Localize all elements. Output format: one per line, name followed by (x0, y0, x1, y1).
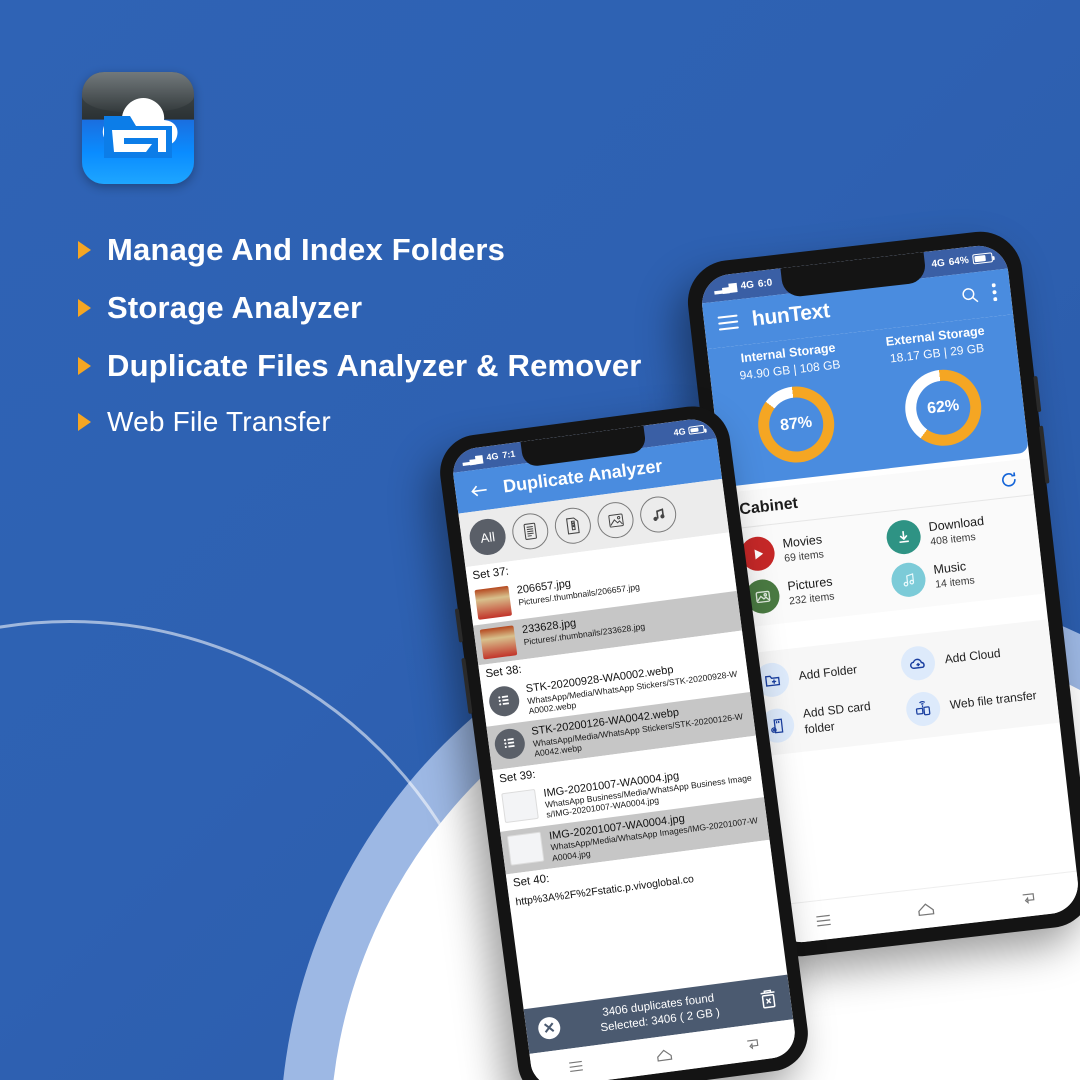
phone-volume-button[interactable] (1038, 425, 1050, 484)
quick-actions-section: Add Folder Add Cloud Add SD card folder … (741, 619, 1060, 758)
action-label: Add Cloud (943, 646, 1002, 667)
image-icon (607, 513, 624, 528)
signal-icon: ▂▄▆ (461, 452, 484, 466)
filter-chip-images[interactable] (595, 499, 636, 541)
archive-icon (566, 517, 580, 535)
status-network: 4G (740, 278, 755, 292)
back-icon[interactable] (743, 1034, 762, 1051)
status-time: 6:0 (757, 276, 773, 290)
file-thumbnail (501, 788, 539, 823)
feature-label: Manage And Index Folders (107, 232, 506, 267)
file-thumbnail (474, 585, 513, 620)
web-transfer-icon (904, 690, 943, 728)
signal-icon: ▂▄▆ (713, 280, 738, 295)
action-label: Add Folder (797, 662, 858, 684)
home-icon[interactable] (653, 1046, 674, 1063)
close-circle-icon[interactable]: ✕ (536, 1016, 562, 1041)
phone-side-button-left[interactable] (454, 608, 464, 643)
back-arrow-icon[interactable] (468, 481, 490, 499)
cabinet-title: Cabinet (738, 494, 799, 519)
more-vertical-icon[interactable] (991, 283, 998, 302)
cabinet-item-movies[interactable]: Movies 69 items (738, 523, 883, 573)
filter-chip-documents[interactable] (510, 511, 551, 552)
cabinet-item-pictures[interactable]: Pictures 232 items (743, 566, 888, 616)
refresh-icon[interactable] (999, 470, 1019, 490)
folder-f-icon (104, 116, 172, 158)
delete-icon[interactable] (757, 988, 780, 1012)
cabinet-item-download[interactable]: Download 408 items (884, 506, 1029, 556)
action-label: Web file transfer (949, 688, 1038, 713)
cabinet-item-music[interactable]: Music 14 items (889, 549, 1034, 599)
back-icon[interactable] (1018, 888, 1038, 906)
promo-canvas: Manage And Index Folders Storage Analyze… (0, 0, 1080, 1080)
file-thumbnail (487, 684, 522, 719)
music-icon (653, 508, 665, 521)
bullet-triangle-icon (78, 299, 91, 317)
filter-chip-all[interactable]: All (467, 516, 508, 558)
recents-icon[interactable] (566, 1058, 585, 1073)
battery-label: 64% (948, 254, 970, 268)
cabinet-section: Cabinet Movies 69 items Download 408 ite… (723, 458, 1045, 629)
feature-label: Web File Transfer (107, 406, 331, 437)
filter-chip-music[interactable] (637, 494, 679, 535)
hamburger-icon[interactable] (717, 314, 739, 331)
download-icon (884, 518, 923, 556)
bullet-triangle-icon (78, 241, 91, 259)
feature-label: Storage Analyzer (107, 290, 363, 325)
feature-item: Duplicate Files Analyzer & Remover (78, 348, 698, 384)
cloud-plus-icon (899, 644, 937, 683)
generic-file-icon (498, 695, 510, 706)
bullet-triangle-icon (78, 357, 91, 375)
duplicate-list[interactable]: Set 37: 206657.jpg Pictures/.thumbnails/… (465, 532, 775, 914)
feature-item: Manage And Index Folders (78, 232, 698, 268)
storage-percent: 87% (779, 413, 814, 435)
action-add-sd-card-folder[interactable]: Add SD card folder (758, 695, 902, 745)
storage-gauge-internal: 87% (754, 382, 839, 467)
document-icon (523, 522, 537, 540)
music-note-icon (889, 560, 928, 599)
storage-gauge-external: 62% (901, 365, 986, 450)
status-time: 7:1 (501, 448, 516, 461)
feature-label: Duplicate Files Analyzer & Remover (107, 348, 642, 383)
status-network: 4G (485, 450, 500, 463)
action-web-file-transfer[interactable]: Web file transfer (904, 678, 1048, 728)
file-thumbnail (493, 727, 527, 761)
home-icon[interactable] (915, 899, 937, 917)
filter-chip-label: All (479, 528, 496, 546)
action-add-cloud[interactable]: Add Cloud (899, 632, 1043, 683)
feature-item: Storage Analyzer (78, 290, 698, 326)
phone-volume-button-left[interactable] (461, 657, 473, 714)
filter-chip-archives[interactable] (552, 505, 594, 546)
battery-icon (972, 252, 994, 265)
storage-card-external[interactable]: External Storage 18.17 GB | 29 GB 62% (861, 321, 1021, 454)
file-thumbnail (479, 625, 518, 660)
search-icon[interactable] (960, 285, 980, 305)
action-label: Add SD card folder (802, 699, 872, 737)
status-network-right: 4G (930, 257, 946, 270)
battery-icon (687, 424, 705, 435)
file-thumbnail (506, 831, 545, 866)
recents-icon[interactable] (814, 912, 833, 928)
bg-ring-outline (0, 620, 510, 1080)
storage-percent: 62% (926, 397, 961, 418)
generic-file-icon (503, 738, 515, 749)
status-network-right: 4G (672, 426, 687, 438)
storage-card-internal[interactable]: Internal Storage 94.90 GB | 108 GB 87% (714, 338, 874, 471)
logo-gloss (82, 72, 194, 112)
app-logo (82, 72, 194, 184)
action-add-folder[interactable]: Add Folder (753, 649, 897, 699)
bullet-triangle-icon (78, 413, 91, 431)
phone-side-button[interactable] (1033, 375, 1042, 413)
